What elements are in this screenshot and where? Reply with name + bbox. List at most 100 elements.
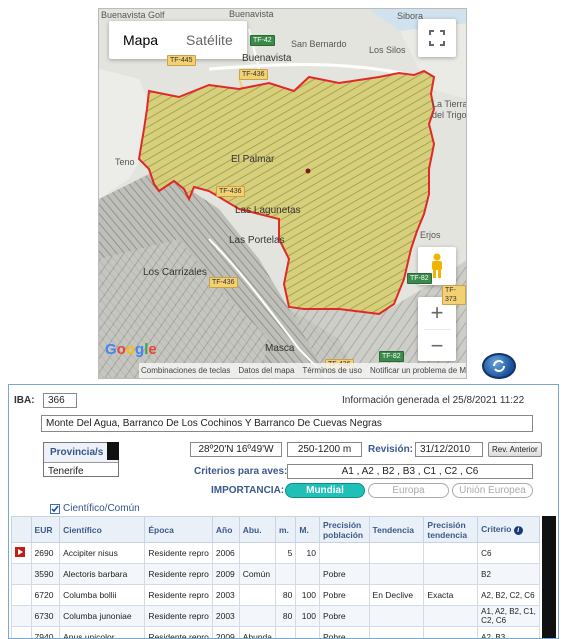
importance-europe-toggle[interactable]: Europa <box>368 483 449 498</box>
globe-button[interactable] <box>482 353 516 379</box>
table-cell: Apus unicolor <box>59 626 146 638</box>
map-label: Los Carrizales <box>143 267 207 278</box>
table-cell <box>368 626 425 638</box>
checkbox-icon[interactable] <box>50 503 60 514</box>
zoom-control: + − <box>418 297 456 361</box>
table-cell: C6 <box>477 542 540 564</box>
map-label: Sibora <box>397 11 424 21</box>
fullscreen-button[interactable] <box>418 19 456 57</box>
google-logo: Google <box>105 341 157 358</box>
scientific-common-toggle[interactable]: Científico/Común <box>50 503 140 514</box>
table-cell: En Declive <box>368 584 425 606</box>
map-label: del Trigo <box>432 110 467 120</box>
column-header-trend[interactable]: Tendencia <box>368 516 425 543</box>
importance-world-toggle[interactable]: Mundial <box>285 483 365 498</box>
map-label: San Bernardo <box>291 39 347 49</box>
previous-revision-button[interactable]: Rev. Anterior <box>488 442 542 457</box>
table-scrollbar[interactable] <box>542 516 556 638</box>
table-cell <box>274 626 297 638</box>
table-cell: Accipiter nisus <box>59 542 146 564</box>
row-play-cell[interactable] <box>11 584 32 606</box>
table-row[interactable]: 7940 Apus unicolor Residente repro 2009 Abun… <box>11 626 540 638</box>
table-cell: Pobre <box>318 563 370 585</box>
table-cell: A2, B2, C2, C6 <box>477 584 540 606</box>
column-header-min[interactable]: m. <box>274 516 297 543</box>
table-cell <box>423 563 479 585</box>
road-label: TF-436 <box>239 69 268 80</box>
scientific-common-label: Científico/Común <box>63 503 140 514</box>
table-cell: 100 <box>295 584 320 606</box>
criteria-field: A1 , A2 , B2 , B3 , C1 , C2 , C6 <box>287 464 533 479</box>
table-cell: B2 <box>477 563 540 585</box>
table-cell: Columba bollii <box>59 584 146 606</box>
table-cell <box>238 605 277 627</box>
map-label: Las Portelas <box>229 235 285 246</box>
row-play-cell[interactable] <box>11 605 32 627</box>
map-data-link[interactable]: Datos del mapa <box>238 363 294 378</box>
map-view[interactable]: Mapa Satélite + − Buenavista Golf Buenav… <box>98 8 467 379</box>
iba-number-field: 366 <box>43 393 77 408</box>
road-label: TF-436 <box>209 277 238 288</box>
table-cell: 2009 <box>211 563 240 585</box>
column-header-year[interactable]: Año <box>211 516 240 543</box>
map-attribution: Combinaciones de teclas Datos del mapa T… <box>139 363 466 378</box>
table-cell: Residente repro <box>144 626 213 638</box>
fullscreen-icon <box>429 30 445 46</box>
map-label: El Palmar <box>231 154 275 165</box>
row-play-cell[interactable] <box>11 563 32 585</box>
table-cell <box>318 542 370 564</box>
importance-eu-toggle[interactable]: Unión Europea <box>452 483 533 498</box>
table-cell: A1, A2, B2, C1, C2, C6 <box>477 605 540 627</box>
table-cell: Residente repro <box>144 584 213 606</box>
revision-label: Revisión: <box>368 444 414 455</box>
road-label: TF-445 <box>167 55 196 66</box>
play-icon[interactable] <box>15 547 25 557</box>
keyboard-shortcuts-link[interactable]: Combinaciones de teclas <box>141 363 230 378</box>
column-header-trend-precision[interactable]: Precisión tendencia <box>423 516 479 543</box>
tab-satellite[interactable]: Satélite <box>172 21 247 59</box>
column-header-criteria[interactable]: Criterio i <box>477 516 540 543</box>
column-header-pop-precision[interactable]: Precisión población <box>318 516 370 543</box>
column-header-eur[interactable]: EUR <box>30 516 61 543</box>
table-cell <box>423 605 479 627</box>
provincia-scrollbar[interactable] <box>107 442 119 460</box>
map-label: Las Lagunetas <box>235 205 301 216</box>
table-cell: Columba junoniae <box>59 605 146 627</box>
column-header-epoch[interactable]: Época <box>144 516 213 543</box>
table-cell: 80 <box>274 605 297 627</box>
tab-map[interactable]: Mapa <box>109 21 172 59</box>
row-play-cell[interactable] <box>11 626 32 638</box>
table-cell: 80 <box>274 584 297 606</box>
row-play-cell[interactable] <box>11 542 32 564</box>
terms-link[interactable]: Términos de uso <box>302 363 362 378</box>
table-cell <box>295 563 320 585</box>
road-label: TF-42 <box>250 35 275 46</box>
column-header-scientific[interactable]: Científico <box>59 516 146 543</box>
column-header-abundance[interactable]: Abu. <box>238 516 277 543</box>
table-row[interactable]: 6720 Columba bollii Residente repro 2003 80 1… <box>11 584 540 606</box>
map-label: La Tierra <box>432 99 467 109</box>
iba-name-field: Monte Del Agua, Barranco De Los Cochinos… <box>41 415 533 432</box>
report-problem-link[interactable]: Notificar un problema de Maps <box>370 363 466 378</box>
map-terrain <box>99 9 466 378</box>
zoom-out-button[interactable]: − <box>418 330 456 362</box>
table-row[interactable]: 6730 Columba junoniae Residente repro 2003 8… <box>11 605 540 627</box>
table-row[interactable]: 2690 Accipiter nisus Residente repro 2006 5 1… <box>11 542 540 564</box>
table-row[interactable]: 3590 Alectoris barbara Residente repro 2009… <box>11 563 540 585</box>
table-cell: 2009 <box>211 626 240 638</box>
table-cell <box>368 563 425 585</box>
table-cell: 100 <box>295 605 320 627</box>
table-cell: Residente repro <box>144 563 213 585</box>
table-cell: Residente repro <box>144 542 213 564</box>
table-cell: 2006 <box>211 542 240 564</box>
table-cell: 10 <box>295 542 320 564</box>
info-icon[interactable]: i <box>513 526 523 535</box>
table-cell: 6720 <box>30 584 61 606</box>
provincia-value: Tenerife <box>48 466 84 477</box>
column-header <box>11 516 32 543</box>
road-label: TF-373 <box>442 285 466 305</box>
map-label: Buenavista <box>242 53 292 64</box>
column-header-max[interactable]: M. <box>295 516 320 543</box>
map-label: Teno <box>115 157 135 167</box>
table-cell: 2003 <box>211 584 240 606</box>
